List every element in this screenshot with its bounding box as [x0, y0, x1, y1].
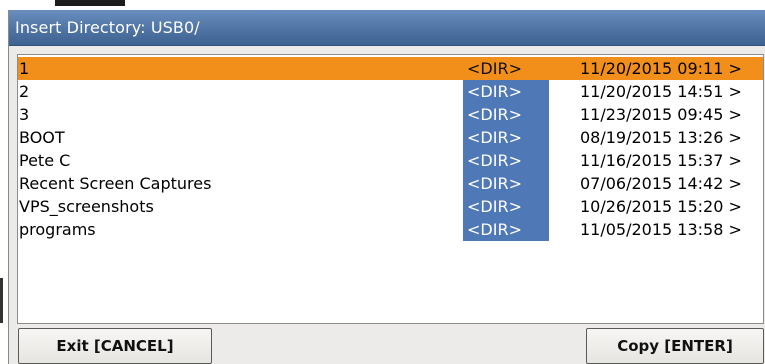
dialog-title-bar: Insert Directory: USB0/ [9, 10, 765, 46]
file-list-row[interactable]: 2 <DIR> 11/20/2015 14:51 > [18, 80, 763, 103]
file-name: Pete C [19, 151, 71, 170]
exit-cancel-button[interactable]: Exit [CANCEL] [18, 328, 212, 364]
file-date: 11/05/2015 13:58 > [580, 220, 742, 239]
directory-file-list[interactable]: 1 <DIR> 11/20/2015 09:11 > 2 <DIR> 11/20/2015… [17, 54, 764, 324]
file-type: <DIR> [467, 59, 522, 78]
file-date: 10/26/2015 15:20 > [580, 197, 742, 216]
file-name: VPS_screenshots [19, 197, 154, 216]
file-type: <DIR> [463, 126, 549, 149]
file-type: <DIR> [463, 218, 549, 241]
file-date: 11/20/2015 14:51 > [580, 82, 742, 101]
file-name: BOOT [19, 128, 65, 147]
file-list-row[interactable]: BOOT <DIR> 08/19/2015 13:26 > [18, 126, 763, 149]
background-window-edge [0, 278, 3, 323]
file-name: 3 [19, 105, 30, 124]
file-name: programs [19, 220, 96, 239]
file-list-row[interactable]: Pete C <DIR> 11/16/2015 15:37 > [18, 149, 763, 172]
file-date: 11/20/2015 09:11 > [580, 59, 742, 78]
file-list-row[interactable]: Recent Screen Captures <DIR> 07/06/2015 14… [18, 172, 763, 195]
file-date: 08/19/2015 13:26 > [580, 128, 742, 147]
dialog-title: Insert Directory: USB0/ [15, 18, 200, 37]
file-date: 11/16/2015 15:37 > [580, 151, 742, 170]
file-type: <DIR> [463, 172, 549, 195]
file-type: <DIR> [463, 149, 549, 172]
file-list-row[interactable]: 1 <DIR> 11/20/2015 09:11 > [18, 57, 763, 80]
file-type: <DIR> [463, 80, 549, 103]
file-name: 2 [19, 82, 30, 101]
file-list-row[interactable]: VPS_screenshots <DIR> 10/26/2015 15:20 > [18, 195, 763, 218]
top-edge-strip [0, 0, 765, 10]
copy-enter-button[interactable]: Copy [ENTER] [586, 328, 764, 364]
background-window-fragment [55, 0, 125, 6]
insert-directory-dialog: Insert Directory: USB0/ 1 <DIR> 11/20/2015… [8, 10, 765, 364]
file-list-row[interactable]: 3 <DIR> 11/23/2015 09:45 > [18, 103, 763, 126]
file-name: 1 [19, 59, 30, 78]
file-date: 07/06/2015 14:42 > [580, 174, 742, 193]
file-name: Recent Screen Captures [19, 174, 212, 193]
file-type: <DIR> [463, 195, 549, 218]
file-list-row[interactable]: programs <DIR> 11/05/2015 13:58 > [18, 218, 763, 241]
file-date: 11/23/2015 09:45 > [580, 105, 742, 124]
file-type: <DIR> [463, 103, 549, 126]
